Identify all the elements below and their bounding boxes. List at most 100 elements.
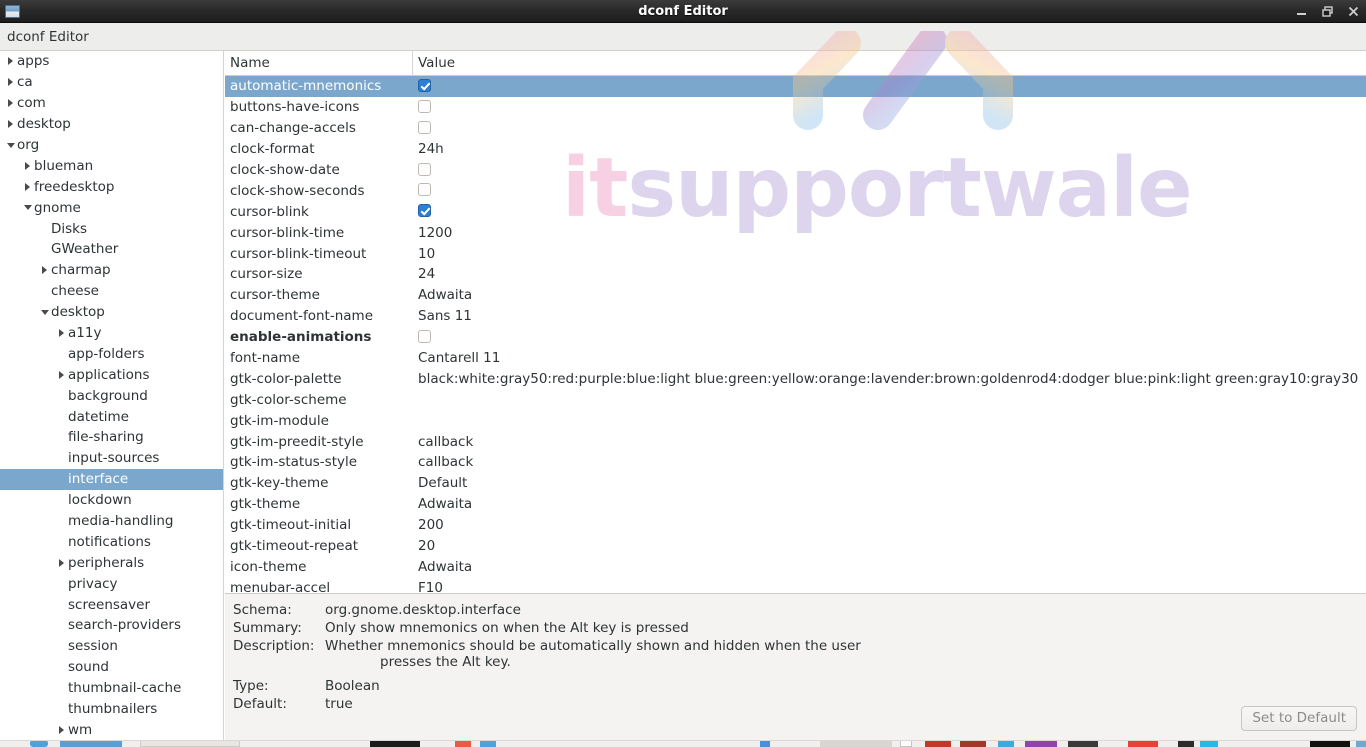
taskbar-icon[interactable]	[60, 740, 122, 747]
chevron-right-icon[interactable]	[21, 162, 34, 170]
taskbar-icon[interactable]	[760, 740, 770, 747]
taskbar-icon[interactable]	[998, 740, 1014, 747]
schema-tree-sidebar[interactable]: appscacomdesktoporgbluemanfreedesktopgno…	[0, 51, 224, 740]
sidebar-item-sound[interactable]: sound	[0, 657, 223, 678]
sidebar-item-input-sources[interactable]: input-sources	[0, 448, 223, 469]
key-row[interactable]: gtk-themeAdwaita	[225, 494, 1366, 515]
taskbar-icon[interactable]	[370, 740, 420, 747]
key-row[interactable]: can-change-accels	[225, 118, 1366, 139]
sidebar-item-apps[interactable]: apps	[0, 51, 223, 72]
column-header-value[interactable]: Value	[413, 55, 455, 71]
key-value[interactable]	[413, 78, 1366, 94]
key-value[interactable]: callback	[413, 454, 1366, 470]
key-value[interactable]: Default	[413, 475, 1366, 491]
key-value[interactable]	[413, 204, 1366, 220]
key-row[interactable]: cursor-blink-time1200	[225, 222, 1366, 243]
key-value[interactable]	[413, 162, 1366, 178]
chevron-right-icon[interactable]	[4, 78, 17, 86]
key-row[interactable]: gtk-color-paletteblack:white:gray50:red:…	[225, 368, 1366, 389]
sidebar-item-lockdown[interactable]: lockdown	[0, 490, 223, 511]
checkbox-unchecked-icon[interactable]	[418, 183, 431, 196]
key-value[interactable]: Sans 11	[413, 308, 1366, 324]
sidebar-item-desktop[interactable]: desktop	[0, 302, 223, 323]
key-row[interactable]: gtk-im-status-stylecallback	[225, 452, 1366, 473]
chevron-right-icon[interactable]	[38, 266, 51, 274]
key-row[interactable]: automatic-mnemonics	[225, 76, 1366, 97]
sidebar-item-disks[interactable]: Disks	[0, 218, 223, 239]
sidebar-item-charmap[interactable]: charmap	[0, 260, 223, 281]
key-value[interactable]: 200	[413, 517, 1366, 533]
taskbar-icon[interactable]	[480, 740, 496, 747]
key-value[interactable]: Adwaita	[413, 559, 1366, 575]
column-header-name[interactable]: Name	[225, 51, 413, 76]
key-value[interactable]: Adwaita	[413, 287, 1366, 303]
sidebar-item-applications[interactable]: applications	[0, 364, 223, 385]
key-value[interactable]: Cantarell 11	[413, 350, 1366, 366]
key-row[interactable]: enable-animations	[225, 327, 1366, 348]
key-row[interactable]: gtk-key-themeDefault	[225, 473, 1366, 494]
checkbox-unchecked-icon[interactable]	[418, 163, 431, 176]
key-row[interactable]: gtk-im-module	[225, 410, 1366, 431]
taskbar-icon[interactable]	[1068, 740, 1098, 747]
key-value[interactable]: F10	[413, 580, 1366, 593]
taskbar-icon[interactable]	[900, 740, 912, 747]
sidebar-item-com[interactable]: com	[0, 93, 223, 114]
chevron-down-icon[interactable]	[21, 205, 34, 210]
taskbar-icon[interactable]	[455, 740, 471, 747]
sidebar-item-freedesktop[interactable]: freedesktop	[0, 176, 223, 197]
sidebar-item-cheese[interactable]: cheese	[0, 281, 223, 302]
key-list[interactable]: Name Value automatic-mnemonicsbuttons-ha…	[225, 51, 1366, 593]
key-row[interactable]: gtk-color-scheme	[225, 389, 1366, 410]
key-row[interactable]: buttons-have-icons	[225, 97, 1366, 118]
sidebar-item-peripherals[interactable]: peripherals	[0, 552, 223, 573]
checkbox-checked-icon[interactable]	[418, 204, 431, 217]
sidebar-item-app-folders[interactable]: app-folders	[0, 343, 223, 364]
key-value[interactable]: 10	[413, 246, 1366, 262]
taskbar-icon[interactable]	[820, 740, 892, 747]
key-row[interactable]: document-font-nameSans 11	[225, 306, 1366, 327]
key-row[interactable]: clock-format24h	[225, 139, 1366, 160]
key-value[interactable]: 24	[413, 266, 1366, 282]
key-value[interactable]: Adwaita	[413, 496, 1366, 512]
taskbar-icon[interactable]	[925, 740, 951, 747]
set-to-default-button[interactable]: Set to Default	[1241, 706, 1357, 731]
sidebar-item-org[interactable]: org	[0, 135, 223, 156]
chevron-right-icon[interactable]	[4, 99, 17, 107]
key-value[interactable]	[413, 120, 1366, 136]
chevron-right-icon[interactable]	[21, 183, 34, 191]
sidebar-item-thumbnail-cache[interactable]: thumbnail-cache	[0, 678, 223, 699]
key-row[interactable]: gtk-timeout-repeat20	[225, 536, 1366, 557]
restore-icon[interactable]	[1321, 5, 1334, 18]
key-value[interactable]: 1200	[413, 225, 1366, 241]
checkbox-checked-icon[interactable]	[418, 79, 431, 92]
sidebar-item-file-sharing[interactable]: file-sharing	[0, 427, 223, 448]
sidebar-item-thumbnailers[interactable]: thumbnailers	[0, 699, 223, 720]
checkbox-unchecked-icon[interactable]	[418, 330, 431, 343]
key-row[interactable]: cursor-blink	[225, 201, 1366, 222]
sidebar-item-a11y[interactable]: a11y	[0, 323, 223, 344]
sidebar-item-notifications[interactable]: notifications	[0, 531, 223, 552]
key-value[interactable]	[413, 329, 1366, 345]
key-value[interactable]: 20	[413, 538, 1366, 554]
sidebar-item-datetime[interactable]: datetime	[0, 406, 223, 427]
desktop-taskbar[interactable]	[0, 740, 1366, 747]
taskbar-icon[interactable]	[140, 740, 240, 747]
close-icon[interactable]	[1347, 5, 1360, 18]
taskbar-icon[interactable]	[1025, 740, 1057, 747]
minimize-icon[interactable]	[1295, 5, 1308, 18]
taskbar-icon[interactable]	[30, 740, 48, 747]
sidebar-item-interface[interactable]: interface	[0, 469, 223, 490]
key-row[interactable]: cursor-themeAdwaita	[225, 285, 1366, 306]
sidebar-item-desktop[interactable]: desktop	[0, 114, 223, 135]
key-row[interactable]: cursor-blink-timeout10	[225, 243, 1366, 264]
sidebar-item-wm[interactable]: wm	[0, 720, 223, 741]
sidebar-item-ca[interactable]: ca	[0, 72, 223, 93]
key-row[interactable]: clock-show-seconds	[225, 180, 1366, 201]
sidebar-item-screensaver[interactable]: screensaver	[0, 594, 223, 615]
key-row[interactable]: menubar-accelF10	[225, 577, 1366, 593]
chevron-right-icon[interactable]	[55, 559, 68, 567]
sidebar-item-blueman[interactable]: blueman	[0, 155, 223, 176]
key-row[interactable]: icon-themeAdwaita	[225, 556, 1366, 577]
key-row[interactable]: font-nameCantarell 11	[225, 348, 1366, 369]
taskbar-icon[interactable]	[1178, 740, 1194, 747]
